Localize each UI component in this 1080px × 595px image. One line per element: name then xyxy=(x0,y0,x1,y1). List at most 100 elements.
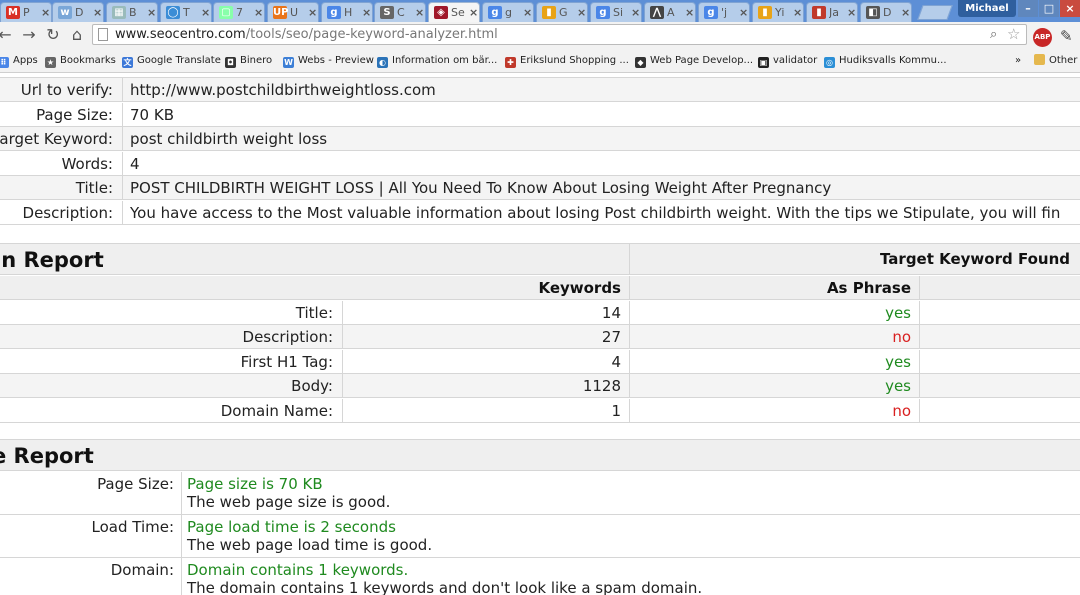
info-value: You have access to the Most valuable inf… xyxy=(130,204,1061,222)
url-text[interactable]: www.seocentro.com/tools/seo/page-keyword… xyxy=(115,27,498,43)
other-bookmarks-button[interactable]: Other xyxy=(1034,53,1077,68)
eyedropper-icon[interactable]: ✎ xyxy=(1060,27,1073,45)
bookmarks-overflow-button[interactable]: » xyxy=(1015,53,1021,68)
divider xyxy=(919,399,920,422)
divider xyxy=(122,176,123,199)
browser-tab[interactable]: S C × xyxy=(374,2,426,22)
browser-tab[interactable]: ⋀ A × xyxy=(644,2,696,22)
new-tab-button[interactable] xyxy=(917,5,953,20)
back-arrow-icon[interactable]: ← xyxy=(0,26,14,44)
browser-tab[interactable]: ◈ Se × xyxy=(428,2,480,22)
page-report-title: e Report xyxy=(0,444,94,468)
browser-tab[interactable]: g H × xyxy=(321,2,373,22)
tab-close-icon[interactable]: × xyxy=(93,6,102,19)
divider xyxy=(342,399,343,422)
tab-favicon-icon: ▢ xyxy=(219,6,233,19)
window-close-icon[interactable]: × xyxy=(1060,0,1080,17)
divider xyxy=(919,276,920,299)
bookmark-label: Hudiksvalls Kommu... xyxy=(839,55,947,66)
browser-tab[interactable]: ◯ T × xyxy=(160,2,212,22)
page-report-label: Load Time: xyxy=(91,518,174,536)
tab-close-icon[interactable]: × xyxy=(308,6,317,19)
page-icon xyxy=(98,28,108,41)
keywords-count: 14 xyxy=(601,304,621,322)
adblock-icon[interactable]: ABP xyxy=(1033,28,1052,47)
divider xyxy=(122,152,123,175)
bookmark-item[interactable]: ⠿ Apps xyxy=(0,53,38,68)
url-host: www.seocentro.com xyxy=(115,27,246,42)
browser-tab[interactable]: ▮ Ja × xyxy=(806,2,858,22)
table-row: Domain Name: 1 no xyxy=(0,399,1080,423)
bookmark-item[interactable]: ▣ validator xyxy=(758,53,817,68)
browser-tab[interactable]: ▮ G × xyxy=(536,2,588,22)
domain-row-label: Body: xyxy=(291,377,333,395)
tab-close-icon[interactable]: × xyxy=(523,6,532,19)
bookmark-item[interactable]: ✚ Erikslund Shopping ... xyxy=(505,53,629,68)
address-bar[interactable]: www.seocentro.com/tools/seo/page-keyword… xyxy=(92,24,1027,45)
bookmarks-bar: ⠿ Apps ★ Bookmarks 文 Google Translate ◘ Binero W… xyxy=(0,49,1080,73)
info-row: Page Size: 70 KB xyxy=(0,103,1080,127)
divider xyxy=(629,350,630,373)
info-label: arget Keyword: xyxy=(0,130,113,148)
tab-close-icon[interactable]: × xyxy=(631,6,640,19)
profile-button[interactable]: Michael xyxy=(958,0,1016,17)
tab-close-icon[interactable]: × xyxy=(362,6,371,19)
table-row: First H1 Tag: 4 yes xyxy=(0,350,1080,374)
bookmark-item[interactable]: W Webs - Preview xyxy=(283,53,374,68)
bookmark-item[interactable]: ◎ Hudiksvalls Kommu... xyxy=(824,53,947,68)
browser-tab[interactable]: ▦ B × xyxy=(106,2,158,22)
bookmark-label: Binero xyxy=(240,55,273,66)
bookmark-star-icon[interactable]: ☆ xyxy=(1007,26,1020,43)
tab-close-icon[interactable]: × xyxy=(577,6,586,19)
bookmark-icon: ◐ xyxy=(377,57,388,68)
phrase-status: yes xyxy=(885,377,911,395)
maximize-icon[interactable]: □ xyxy=(1039,0,1059,17)
bookmark-item[interactable]: 文 Google Translate xyxy=(122,53,221,68)
divider xyxy=(629,276,630,299)
bookmark-item[interactable]: ★ Bookmarks xyxy=(45,53,116,68)
search-zoom-icon[interactable]: ⌕ xyxy=(990,27,997,43)
bookmark-item[interactable]: ◆ Web Page Develop... xyxy=(635,53,753,68)
page-report-detail: The web page size is good. xyxy=(187,493,391,511)
bookmark-item[interactable]: ◘ Binero xyxy=(225,53,272,68)
table-row: Title: 14 yes xyxy=(0,301,1080,325)
info-value: post childbirth weight loss xyxy=(130,130,328,148)
domain-row-label: First H1 Tag: xyxy=(240,353,333,371)
browser-tab[interactable]: UP U × xyxy=(267,2,319,22)
browser-tab[interactable]: M P × xyxy=(0,2,52,22)
browser-tab[interactable]: w D × xyxy=(52,2,104,22)
tab-close-icon[interactable]: × xyxy=(793,6,802,19)
tab-close-icon[interactable]: × xyxy=(847,6,856,19)
tab-close-icon[interactable]: × xyxy=(147,6,156,19)
column-header-row: Keywords As Phrase xyxy=(0,276,1080,300)
page-content: Url to verify: http://www.postchildbirthw… xyxy=(0,73,1080,595)
browser-tab[interactable]: g'j × xyxy=(698,2,750,22)
browser-tab[interactable]: ◧ D × xyxy=(860,2,912,22)
tab-strip: M P × w D × ▦ B × ◯ T × ▢ 7 × UP U × g H × S C × ◈ Se × g g × ▮ G × g Si × ⋀… xyxy=(0,0,1080,22)
forward-arrow-icon[interactable]: → xyxy=(20,26,38,44)
bookmark-icon: ◘ xyxy=(225,57,236,68)
phrase-status: no xyxy=(892,402,911,420)
tab-close-icon[interactable]: × xyxy=(41,6,50,19)
tab-close-icon[interactable]: × xyxy=(469,6,478,19)
browser-toolbar: ← → ↻ ⌂ www.seocentro.com/tools/seo/page… xyxy=(0,22,1080,49)
tab-close-icon[interactable]: × xyxy=(901,6,910,19)
tab-close-icon[interactable]: × xyxy=(254,6,263,19)
keywords-count: 4 xyxy=(611,353,621,371)
divider xyxy=(122,201,123,224)
info-label: Description: xyxy=(22,204,113,222)
minimize-icon[interactable]: – xyxy=(1018,0,1038,17)
browser-tab[interactable]: g Si × xyxy=(590,2,642,22)
tab-close-icon[interactable]: × xyxy=(685,6,694,19)
browser-tab[interactable]: g g × xyxy=(482,2,534,22)
tab-close-icon[interactable]: × xyxy=(739,6,748,19)
domain-row-label: Domain Name: xyxy=(220,402,333,420)
reload-icon[interactable]: ↻ xyxy=(44,26,62,44)
home-icon[interactable]: ⌂ xyxy=(68,26,86,44)
domain-report-title: in Report xyxy=(0,248,104,272)
browser-tab[interactable]: ▮ Yi × xyxy=(752,2,804,22)
bookmark-item[interactable]: ◐ Information om bär... xyxy=(377,53,497,68)
browser-tab[interactable]: ▢ 7 × xyxy=(213,2,265,22)
tab-close-icon[interactable]: × xyxy=(415,6,424,19)
tab-close-icon[interactable]: × xyxy=(201,6,210,19)
